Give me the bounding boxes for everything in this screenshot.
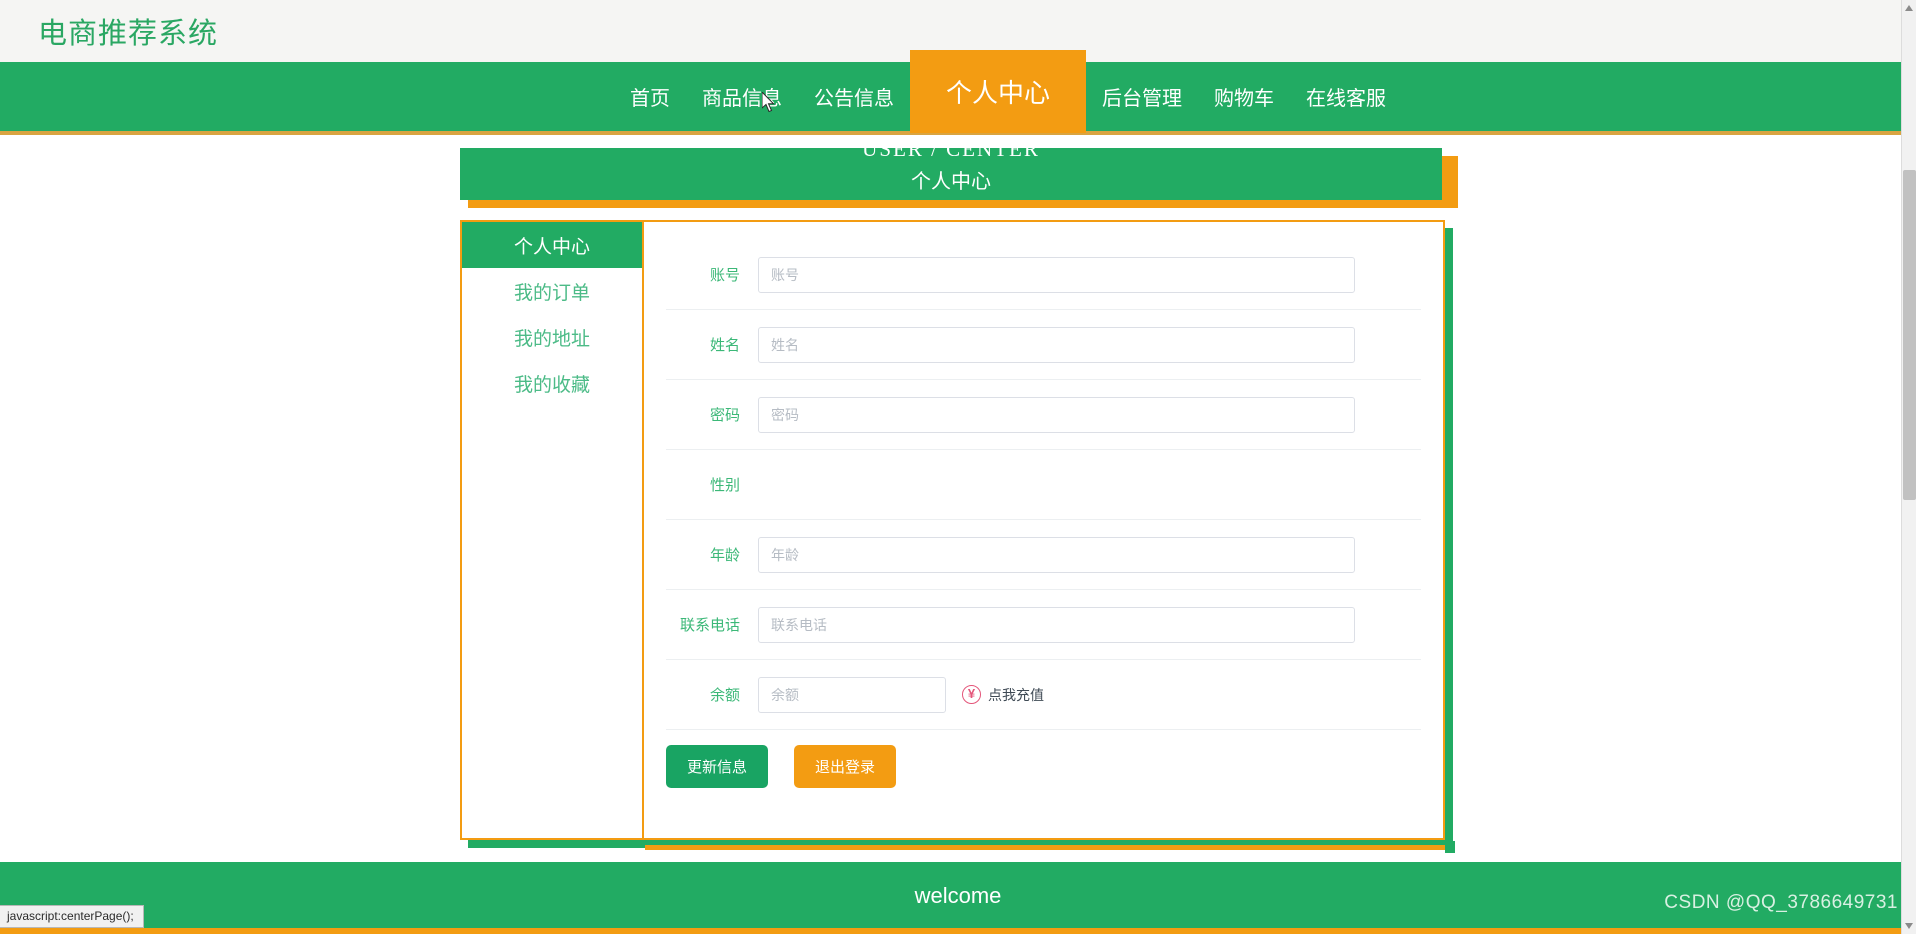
panel-bottom-accent-cap [1445,841,1455,853]
content-panel: 个人中心 我的订单 我的地址 我的收藏 账号 姓名 密码 性别 [460,220,1445,840]
password-input[interactable] [758,396,1355,433]
label-password: 密码 [709,407,740,424]
sidebar-item-user-center[interactable]: 个人中心 [462,222,642,268]
site-footer: welcome CSDN @QQ_3786649731 [0,862,1916,934]
label-phone: 联系电话 [679,617,740,634]
page-scrollbar[interactable] [1901,0,1916,934]
nav-item-admin[interactable]: 后台管理 [1086,60,1198,133]
banner-chinese-title: 个人中心 [911,171,991,193]
page-root: 电商推荐系统 首页 商品信息 公告信息 个人中心 后台管理 购物车 在线客服 U… [0,0,1916,934]
logout-button[interactable]: 退出登录 [794,744,897,788]
panel-bottom-accent-bar [645,845,1445,850]
label-age: 年龄 [709,547,740,564]
sidebar-item-my-favorites[interactable]: 我的收藏 [462,360,642,406]
main-navigation: 首页 商品信息 公告信息 个人中心 后台管理 购物车 在线客服 [0,50,1916,135]
nav-items-container: 首页 商品信息 公告信息 个人中心 后台管理 购物车 在线客服 [614,50,1402,133]
label-balance: 余额 [709,687,740,704]
user-sidebar: 个人中心 我的订单 我的地址 我的收藏 [462,222,644,838]
label-gender: 性别 [709,477,740,494]
form-row-age: 年龄 [666,520,1421,590]
sidebar-item-my-orders[interactable]: 我的订单 [462,268,642,314]
age-input[interactable] [758,536,1355,573]
balance-input[interactable] [758,676,946,713]
scrollbar-thumb[interactable] [1903,170,1916,500]
account-input[interactable] [758,256,1355,293]
nav-item-product-info[interactable]: 商品信息 [686,60,798,133]
nav-item-online-support[interactable]: 在线客服 [1290,60,1402,133]
form-row-phone: 联系电话 [666,590,1421,660]
yen-circle-icon: ¥ [962,685,981,704]
nav-item-home[interactable]: 首页 [614,60,686,133]
scroll-up-arrow-icon[interactable] [1905,5,1913,11]
banner-english-title: USER / CENTER [862,148,1040,161]
form-row-gender: 性别 [666,450,1421,520]
recharge-label: 点我充值 [988,686,1044,703]
nav-item-user-center[interactable]: 个人中心 [909,50,1086,133]
site-title: 电商推荐系统 [38,18,219,50]
footer-welcome-text: welcome [914,883,1002,908]
form-actions: 更新信息 退出登录 [666,730,1421,802]
label-name: 姓名 [709,337,740,354]
nav-item-announcements[interactable]: 公告信息 [798,60,910,133]
page-banner: USER / CENTER 个人中心 [460,148,1458,208]
recharge-link[interactable]: ¥ 点我充值 [962,685,1044,705]
nav-item-cart[interactable]: 购物车 [1198,60,1290,133]
form-row-password: 密码 [666,380,1421,450]
label-account: 账号 [709,267,740,284]
form-row-name: 姓名 [666,310,1421,380]
form-row-balance: 余额 ¥ 点我充值 [666,660,1421,730]
form-row-account: 账号 [666,240,1421,310]
update-info-button[interactable]: 更新信息 [666,744,769,788]
csdn-watermark: CSDN @QQ_3786649731 [1664,892,1898,913]
user-profile-form: 账号 姓名 密码 性别 年龄 联系电话 [644,222,1443,838]
banner-content: USER / CENTER 个人中心 [460,148,1442,200]
name-input[interactable] [758,326,1355,363]
browser-status-tooltip: javascript:centerPage(); [0,905,144,928]
sidebar-item-my-address[interactable]: 我的地址 [462,314,642,360]
phone-input[interactable] [758,606,1355,643]
scroll-down-arrow-icon[interactable] [1905,923,1913,929]
